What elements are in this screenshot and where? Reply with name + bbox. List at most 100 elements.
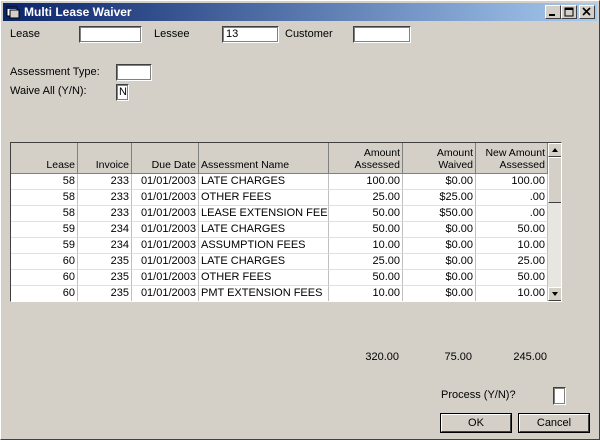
customer-field[interactable] [353,26,411,43]
cell-new-amount[interactable]: .00 [476,206,548,222]
cell-waived[interactable]: $0.00 [403,222,476,238]
table-row[interactable]: 60 235 01/01/2003 OTHER FEES 50.00 $0.00 50.00 [11,270,548,286]
column-header-amount-assessed-line2: Assessed [354,159,400,171]
process-field[interactable] [553,387,566,405]
cell-name[interactable]: LATE CHARGES [199,254,329,270]
column-header-due-date[interactable]: Due Date [132,143,199,174]
cell-new-amount[interactable]: 10.00 [476,286,548,301]
cell-name[interactable]: LEASE EXTENSION FEES [199,206,329,222]
cell-invoice[interactable]: 234 [78,238,132,254]
cell-lease[interactable]: 60 [11,286,78,301]
cell-new-amount[interactable]: 100.00 [476,174,548,190]
cell-waived[interactable]: $0.00 [403,174,476,190]
table-row[interactable]: 59 234 01/01/2003 LATE CHARGES 50.00 $0.00 50.… [11,222,548,238]
assessment-type-field[interactable] [116,64,152,81]
cell-new-amount[interactable]: .00 [476,190,548,206]
scroll-up-button[interactable] [548,143,561,157]
cell-due-date[interactable]: 01/01/2003 [132,270,199,286]
maximize-icon [564,7,574,17]
assessment-type-label: Assessment Type: [10,66,100,78]
cell-name[interactable]: PMT EXTENSION FEES [199,286,329,301]
cell-assessed[interactable]: 10.00 [329,286,403,301]
window-title: Multi Lease Waiver [24,5,132,19]
cell-lease[interactable]: 58 [11,206,78,222]
cell-waived[interactable]: $25.00 [403,190,476,206]
cell-assessed[interactable]: 50.00 [329,206,403,222]
maximize-button[interactable] [561,5,577,19]
title-bar[interactable]: Multi Lease Waiver [3,3,597,21]
cell-name[interactable]: ASSUMPTION FEES [199,238,329,254]
cell-new-amount[interactable]: 50.00 [476,222,548,238]
total-waived: 75.00 [444,351,472,363]
cell-name[interactable]: LATE CHARGES [199,222,329,238]
column-header-amount-waived[interactable]: Amount Waived [403,143,476,174]
cell-lease[interactable]: 59 [11,222,78,238]
close-button[interactable] [579,5,595,19]
cell-lease[interactable]: 58 [11,174,78,190]
cancel-button[interactable]: Cancel [518,413,590,433]
cell-lease[interactable]: 60 [11,270,78,286]
cell-waived[interactable]: $0.00 [403,254,476,270]
cell-assessed[interactable]: 50.00 [329,270,403,286]
cell-new-amount[interactable]: 25.00 [476,254,548,270]
cell-assessed[interactable]: 50.00 [329,222,403,238]
scroll-thumb[interactable] [548,157,561,203]
ok-button[interactable]: OK [440,413,512,433]
table-row[interactable]: 58 233 01/01/2003 LATE CHARGES 100.00 $0.00 10… [11,174,548,190]
cell-lease[interactable]: 59 [11,238,78,254]
cell-waived[interactable]: $0.00 [403,238,476,254]
cell-due-date[interactable]: 01/01/2003 [132,174,199,190]
cell-invoice[interactable]: 235 [78,254,132,270]
column-header-new-amount-assessed[interactable]: New Amount Assessed [476,143,548,174]
cell-name[interactable]: OTHER FEES [199,190,329,206]
table-row[interactable]: 60 235 01/01/2003 PMT EXTENSION FEES 10.00 $0… [11,286,548,301]
cell-assessed[interactable]: 25.00 [329,254,403,270]
cell-waived[interactable]: $0.00 [403,286,476,301]
table-row[interactable]: 59 234 01/01/2003 ASSUMPTION FEES 10.00 $0.00… [11,238,548,254]
multi-lease-waiver-window: Multi Lease Waiver Lease Lessee 13 Custo… [0,0,600,440]
cell-waived[interactable]: $50.00 [403,206,476,222]
table-row[interactable]: 60 235 01/01/2003 LATE CHARGES 25.00 $0.00 25.… [11,254,548,270]
cell-invoice[interactable]: 234 [78,222,132,238]
scroll-down-button[interactable] [548,287,561,301]
cell-due-date[interactable]: 01/01/2003 [132,286,199,301]
lease-field[interactable] [79,26,142,43]
waive-all-label: Waive All (Y/N): [10,85,87,97]
cell-due-date[interactable]: 01/01/2003 [132,206,199,222]
column-header-lease-label: Lease [46,159,75,171]
cell-assessed[interactable]: 10.00 [329,238,403,254]
cell-name[interactable]: LATE CHARGES [199,174,329,190]
cell-due-date[interactable]: 01/01/2003 [132,254,199,270]
assessment-grid: Lease Invoice Due Date Assessment Name A… [10,142,562,302]
waive-all-field[interactable]: N [116,84,129,101]
column-header-assessment-name-label: Assessment Name [201,159,290,171]
cell-assessed[interactable]: 100.00 [329,174,403,190]
table-row[interactable]: 58 233 01/01/2003 OTHER FEES 25.00 $25.00.00 [11,190,548,206]
cell-invoice[interactable]: 235 [78,286,132,301]
column-header-amount-assessed[interactable]: Amount Assessed [329,143,403,174]
column-header-assessment-name[interactable]: Assessment Name [199,143,329,174]
cell-assessed[interactable]: 25.00 [329,190,403,206]
cell-invoice[interactable]: 233 [78,190,132,206]
vertical-scrollbar[interactable] [548,143,561,301]
column-header-lease[interactable]: Lease [11,143,78,174]
cell-invoice[interactable]: 235 [78,270,132,286]
minimize-icon [549,14,555,16]
table-row[interactable]: 58 233 01/01/2003 LEASE EXTENSION FEES 50.00… [11,206,548,222]
column-header-invoice-label: Invoice [95,159,129,171]
column-header-invoice[interactable]: Invoice [78,143,132,174]
cell-due-date[interactable]: 01/01/2003 [132,222,199,238]
minimize-button[interactable] [545,5,561,19]
cell-new-amount[interactable]: 50.00 [476,270,548,286]
cell-due-date[interactable]: 01/01/2003 [132,190,199,206]
cell-invoice[interactable]: 233 [78,174,132,190]
cell-due-date[interactable]: 01/01/2003 [132,238,199,254]
cell-new-amount[interactable]: 10.00 [476,238,548,254]
cell-invoice[interactable]: 233 [78,206,132,222]
lessee-field[interactable]: 13 [222,26,279,43]
cell-lease[interactable]: 58 [11,190,78,206]
column-header-new-amount-line2: Assessed [499,159,545,171]
cell-lease[interactable]: 60 [11,254,78,270]
cell-waived[interactable]: $0.00 [403,270,476,286]
cell-name[interactable]: OTHER FEES [199,270,329,286]
